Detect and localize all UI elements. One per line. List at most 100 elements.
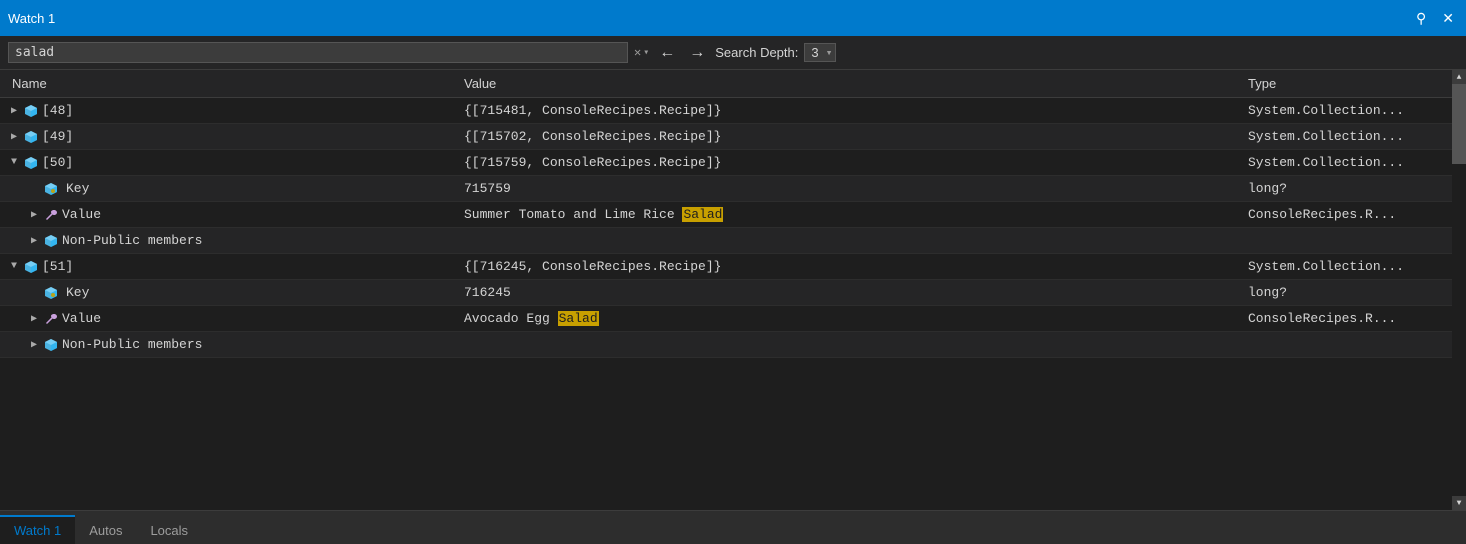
scroll-down-button[interactable]: ▼: [1452, 496, 1466, 510]
cell-type: System.Collection...: [1248, 129, 1448, 144]
value-prefix: Avocado Egg: [464, 311, 558, 326]
cell-name: [49]: [4, 129, 464, 144]
cell-type: ConsoleRecipes.R...: [1248, 311, 1448, 326]
search-bar: ✕ ▾ ← → Search Depth: 1 2 3 4 5: [0, 36, 1466, 70]
cube-icon: [24, 130, 38, 144]
expand-arrow[interactable]: [28, 339, 40, 351]
cell-value: 715759: [464, 181, 1248, 196]
row-label: Key: [66, 181, 89, 196]
row-label: [51]: [42, 259, 73, 274]
tab-locals-label: Locals: [150, 523, 188, 538]
watch-table-area: Name Value Type [48] {[715481, Console: [0, 70, 1466, 510]
table-row: Value Avocado Egg Salad ConsoleRecipes.R…: [0, 306, 1452, 332]
key-icon: [44, 182, 62, 196]
depth-wrapper[interactable]: 1 2 3 4 5: [804, 43, 836, 62]
dropdown-arrow-icon: ▾: [643, 47, 649, 59]
row-label: Key: [66, 285, 89, 300]
table-row: Key 715759 long?: [0, 176, 1452, 202]
cell-name: Value: [4, 207, 464, 222]
cell-value: {[715702, ConsoleRecipes.Recipe]}: [464, 129, 1248, 144]
cell-value: Summer Tomato and Lime Rice Salad: [464, 207, 1248, 222]
scroll-up-button[interactable]: ▲: [1452, 70, 1466, 84]
wrench-icon: [44, 208, 58, 222]
table-row: Non-Public members: [0, 332, 1452, 358]
table-row: [50] {[715759, ConsoleRecipes.Recipe]} S…: [0, 150, 1452, 176]
cube-icon: [24, 260, 38, 274]
cell-type: ConsoleRecipes.R...: [1248, 207, 1448, 222]
cube-icon: [44, 338, 58, 352]
cell-type: long?: [1248, 181, 1448, 196]
cube-icon: [44, 234, 58, 248]
row-label: Non-Public members: [62, 337, 202, 352]
pin-button[interactable]: ⚲: [1412, 8, 1430, 29]
col-header-name: Name: [4, 76, 464, 91]
nav-forward-button[interactable]: →: [685, 43, 709, 63]
window-title: Watch 1: [8, 11, 55, 26]
row-label: Value: [62, 207, 101, 222]
cell-value: {[715759, ConsoleRecipes.Recipe]}: [464, 155, 1248, 170]
table-rows: [48] {[715481, ConsoleRecipes.Recipe]} S…: [0, 98, 1452, 358]
table-row: [48] {[715481, ConsoleRecipes.Recipe]} S…: [0, 98, 1452, 124]
expand-arrow[interactable]: [28, 235, 40, 247]
row-label: [48]: [42, 103, 73, 118]
scroll-track[interactable]: [1452, 84, 1466, 496]
tab-bar: Watch 1 Autos Locals: [0, 510, 1466, 544]
cell-type: System.Collection...: [1248, 259, 1448, 274]
expand-arrow[interactable]: [8, 261, 20, 272]
tab-autos-label: Autos: [89, 523, 122, 538]
cell-name: [50]: [4, 155, 464, 170]
cell-value: {[716245, ConsoleRecipes.Recipe]}: [464, 259, 1248, 274]
cell-name: [48]: [4, 103, 464, 118]
cell-type: System.Collection...: [1248, 155, 1448, 170]
column-headers: Name Value Type: [0, 70, 1452, 98]
close-button[interactable]: ✕: [1438, 8, 1458, 29]
title-bar-left: Watch 1: [8, 11, 55, 26]
tab-watch1-label: Watch 1: [14, 523, 61, 538]
key-icon: [44, 286, 62, 300]
cell-value: {[715481, ConsoleRecipes.Recipe]}: [464, 103, 1248, 118]
table-row: Non-Public members: [0, 228, 1452, 254]
cell-name: Key: [4, 285, 464, 300]
clear-icon: ✕: [634, 45, 641, 60]
cube-icon: [24, 156, 38, 170]
expand-arrow[interactable]: [8, 105, 20, 117]
tab-watch1[interactable]: Watch 1: [0, 515, 75, 544]
clear-search-button[interactable]: ✕ ▾: [634, 45, 649, 60]
vertical-scrollbar[interactable]: ▲ ▼: [1452, 70, 1466, 510]
cube-key-icon: [44, 182, 58, 196]
title-bar: Watch 1 ⚲ ✕: [0, 0, 1466, 36]
value-highlight: Salad: [682, 207, 723, 222]
cell-type: System.Collection...: [1248, 103, 1448, 118]
col-header-type: Type: [1248, 76, 1448, 91]
cell-type: long?: [1248, 285, 1448, 300]
table-row: [51] {[716245, ConsoleRecipes.Recipe]} S…: [0, 254, 1452, 280]
row-label: Non-Public members: [62, 233, 202, 248]
tab-locals[interactable]: Locals: [136, 515, 202, 544]
cube-key-icon: [44, 286, 58, 300]
expand-arrow[interactable]: [28, 209, 40, 221]
row-label: [50]: [42, 155, 73, 170]
tab-autos[interactable]: Autos: [75, 515, 136, 544]
nav-back-button[interactable]: ←: [655, 43, 679, 63]
cell-name: Non-Public members: [4, 233, 464, 248]
search-depth-label: Search Depth:: [715, 45, 798, 60]
expand-arrow[interactable]: [8, 157, 20, 168]
depth-select[interactable]: 1 2 3 4 5: [804, 43, 836, 62]
table-row: [49] {[715702, ConsoleRecipes.Recipe]} S…: [0, 124, 1452, 150]
scroll-thumb[interactable]: [1452, 84, 1466, 164]
cell-value: Avocado Egg Salad: [464, 311, 1248, 326]
row-label: [49]: [42, 129, 73, 144]
cube-icon: [24, 104, 38, 118]
row-label: Value: [62, 311, 101, 326]
cell-name: Non-Public members: [4, 337, 464, 352]
table-row: Key 716245 long?: [0, 280, 1452, 306]
wrench-icon: [44, 312, 58, 326]
cell-name: Key: [4, 181, 464, 196]
col-header-value: Value: [464, 76, 1248, 91]
expand-arrow[interactable]: [8, 131, 20, 143]
search-input[interactable]: [8, 42, 628, 63]
expand-arrow[interactable]: [28, 313, 40, 325]
cell-value: 716245: [464, 285, 1248, 300]
value-prefix: Summer Tomato and Lime Rice: [464, 207, 682, 222]
title-bar-controls: ⚲ ✕: [1412, 8, 1458, 29]
